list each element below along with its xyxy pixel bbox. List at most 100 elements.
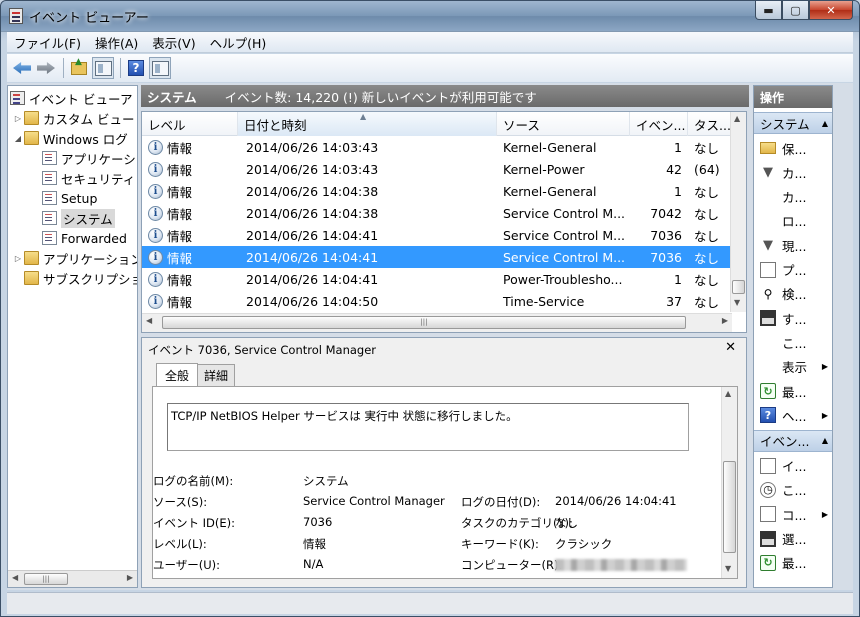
action-item[interactable]: コ... ▶ — [754, 502, 832, 526]
close-detail-icon[interactable]: ✕ — [725, 340, 736, 355]
show-hide-tree-icon — [94, 60, 112, 76]
table-row[interactable]: i 情報 2014/06/26 14:04:50 Time-Service 37 なし — [142, 290, 732, 312]
field-user-value[interactable]: N/A — [303, 557, 323, 571]
action-item[interactable]: ▼ カ... — [754, 160, 832, 184]
show-hide-tree-button[interactable] — [92, 57, 114, 79]
menu-view[interactable]: 表示(V) — [145, 33, 202, 52]
column-event-id[interactable]: イベン... — [630, 112, 688, 136]
event-message[interactable]: TCP/IP NetBIOS Helper サービスは 実行中 状態に移行しまし… — [167, 403, 689, 451]
detail-vertical-scrollbar[interactable]: ▲ ▼ — [721, 387, 737, 578]
field-keywords-value[interactable]: クラシック — [555, 536, 612, 552]
expand-icon[interactable]: ▷ — [12, 254, 24, 263]
field-source-value[interactable]: Service Control Manager — [303, 494, 445, 508]
actions-section-header[interactable]: イベン... ▲ — [754, 429, 832, 452]
field-logged-value[interactable]: 2014/06/26 14:04:41 — [555, 494, 677, 508]
event-detail-panel: イベント 7036, Service Control Manager ✕ 全般 … — [141, 337, 747, 588]
help-button[interactable]: ? — [125, 57, 147, 79]
action-item[interactable]: ↻ 最... — [754, 551, 832, 575]
menu-file[interactable]: ファイル(F) — [7, 33, 88, 52]
tree-item-security-log[interactable]: セキュリティ — [42, 168, 135, 188]
close-button[interactable]: ✕ — [809, 1, 853, 20]
tab-details[interactable]: 詳細 — [197, 364, 236, 386]
tree-item-windows-logs[interactable]: ◢ Windows ログ — [12, 128, 128, 148]
action-item[interactable]: プ... — [754, 258, 832, 282]
log-icon — [42, 211, 57, 225]
field-computer-value[interactable] — [555, 557, 687, 571]
show-hide-action-pane-button[interactable] — [149, 57, 171, 79]
column-datetime[interactable]: 日付と時刻 ▲ — [238, 112, 497, 136]
actions-pane: 操作 システム ▲ 保... ▼ カ... カ... ロ... ▼ 現... プ... ⚲ 検... す… — [753, 85, 833, 588]
scroll-up-icon[interactable]: ▲ — [734, 114, 740, 123]
action-item[interactable]: 保... — [754, 136, 832, 160]
tree-item-system-log[interactable]: システム — [42, 208, 115, 228]
action-item[interactable]: ◷ こ... — [754, 478, 832, 502]
tree-item-event-viewer[interactable]: イベント ビューア — [10, 88, 132, 108]
column-level[interactable]: レベル — [142, 112, 238, 136]
tree-item-custom-views[interactable]: ▷ カスタム ビュー — [12, 108, 134, 128]
collapse-icon[interactable]: ◢ — [12, 134, 24, 143]
menu-action[interactable]: 操作(A) — [88, 33, 145, 52]
scrollbar-thumb[interactable]: ||| — [162, 316, 686, 329]
table-row[interactable]: i 情報 2014/06/26 14:04:41 Service Control M.… — [142, 224, 732, 246]
scroll-right-icon[interactable]: ▶ — [127, 573, 133, 582]
field-log-name-value[interactable]: システム — [303, 473, 349, 489]
table-row[interactable]: i 情報 2014/06/26 14:04:41 Power-Troublesho..… — [142, 268, 732, 290]
log-icon — [42, 171, 57, 185]
action-item[interactable]: こ... — [754, 330, 832, 354]
column-task-category[interactable]: タス... — [688, 112, 732, 136]
tree-item-subscriptions[interactable]: サブスクリプション — [24, 268, 137, 288]
action-item[interactable]: イ... — [754, 454, 832, 478]
tree-item-applications-services[interactable]: ▷ アプリケーション — [12, 248, 137, 268]
action-item[interactable]: ▼ 現... — [754, 233, 832, 257]
action-item[interactable]: ⚲ 検... — [754, 282, 832, 306]
scroll-left-icon[interactable]: ◀ — [12, 573, 18, 582]
action-item[interactable]: カ... — [754, 185, 832, 209]
collapse-section-icon[interactable]: ▲ — [822, 119, 828, 128]
scroll-down-icon[interactable]: ▼ — [734, 298, 740, 307]
table-row[interactable]: i 情報 2014/06/26 14:04:38 Service Control M.… — [142, 202, 732, 224]
table-row[interactable]: i 情報 2014/06/26 14:03:43 Kernel-General 1 なし — [142, 136, 732, 158]
tree-horizontal-scrollbar[interactable]: ◀ ||| ▶ — [8, 570, 137, 587]
table-row[interactable]: i 情報 2014/06/26 14:04:41 Service Control M.… — [142, 246, 732, 268]
up-one-level-button[interactable] — [68, 57, 90, 79]
actions-section-header[interactable]: システム ▲ — [754, 112, 832, 134]
table-row[interactable]: i 情報 2014/06/26 14:03:43 Kernel-Power 42 (64) — [142, 158, 732, 180]
back-button[interactable] — [11, 57, 33, 79]
column-source[interactable]: ソース — [497, 112, 630, 136]
tree-item-setup-log[interactable]: Setup — [42, 188, 97, 208]
scroll-right-icon[interactable]: ▶ — [722, 316, 728, 325]
event-list-vertical-scrollbar[interactable]: ▲ ▼ — [730, 112, 746, 312]
action-item[interactable]: ↻ 最... — [754, 379, 832, 403]
minimize-button[interactable]: ▬ — [755, 1, 782, 20]
field-level-value[interactable]: 情報 — [303, 536, 326, 552]
collapse-section-icon[interactable]: ▲ — [822, 436, 828, 445]
tree-item-forwarded-events[interactable]: Forwarded — [42, 228, 127, 248]
scrollbar-thumb[interactable] — [723, 461, 736, 553]
action-item[interactable]: す... — [754, 306, 832, 330]
action-item[interactable]: 表示 ▶ — [754, 355, 832, 379]
menu-help[interactable]: ヘルプ(H) — [203, 33, 274, 52]
field-task-category-value[interactable]: なし — [555, 515, 578, 531]
expand-icon[interactable]: ▷ — [12, 114, 24, 123]
log-event-count[interactable]: イベント数: 14,220 (!) 新しいイベントが利用可能です — [225, 87, 537, 106]
event-list-horizontal-scrollbar[interactable]: ◀ ||| ▶ — [142, 313, 732, 332]
action-item[interactable]: ? ヘ... ▶ — [754, 403, 832, 427]
scroll-up-icon[interactable]: ▲ — [725, 389, 731, 398]
event-viewer-app-icon[interactable] — [9, 8, 23, 24]
scroll-left-icon[interactable]: ◀ — [146, 316, 152, 325]
cell-level: i 情報 — [142, 268, 238, 290]
action-item[interactable]: ロ... — [754, 209, 832, 233]
action-label: プ... — [782, 263, 807, 278]
field-event-id-value[interactable]: 7036 — [303, 515, 332, 529]
maximize-button[interactable]: ▢ — [782, 1, 809, 20]
action-item[interactable]: 選... — [754, 527, 832, 551]
tree-item-application-log[interactable]: アプリケーション — [42, 148, 137, 168]
level-text: 情報 — [167, 184, 193, 200]
scrollbar-thumb[interactable] — [732, 280, 745, 294]
forward-button[interactable] — [35, 57, 57, 79]
scroll-down-icon[interactable]: ▼ — [725, 564, 731, 573]
tab-general[interactable]: 全般 — [156, 363, 199, 386]
title-bar[interactable]: イベント ビューアー ▬ ▢ ✕ — [1, 1, 859, 31]
scrollbar-thumb[interactable]: ||| — [24, 573, 68, 585]
table-row[interactable]: i 情報 2014/06/26 14:04:38 Kernel-General 1 なし — [142, 180, 732, 202]
